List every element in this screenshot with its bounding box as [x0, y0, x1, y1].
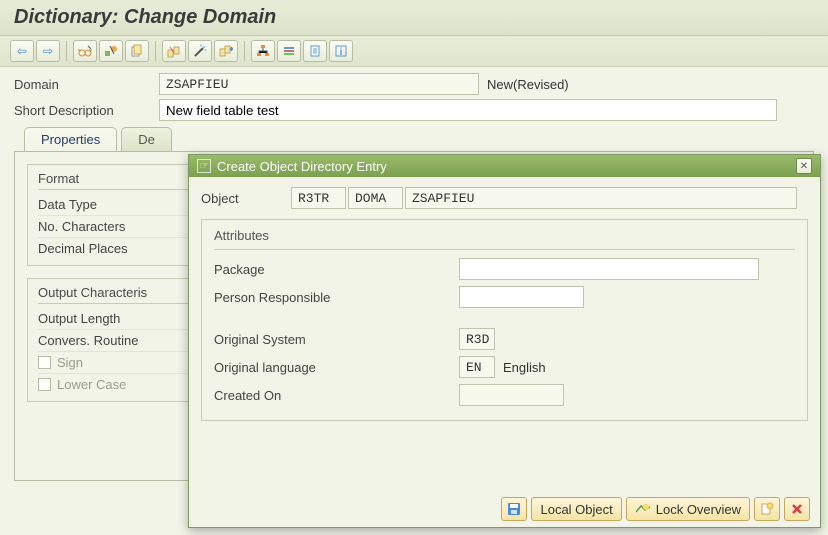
original-system-label: Original System	[214, 332, 459, 347]
cancel-icon	[789, 501, 805, 517]
create-object-directory-dialog: ☞ Create Object Directory Entry ✕ Object…	[188, 154, 821, 528]
created-on-field	[459, 384, 564, 406]
original-language-field: EN	[459, 356, 495, 378]
person-responsible-input[interactable]	[459, 286, 584, 308]
sign-checkbox[interactable]	[38, 356, 51, 369]
object-row: Object R3TR DOMA ZSAPFIEU	[201, 187, 808, 209]
package-label: Package	[214, 262, 459, 277]
tab-definition[interactable]: De	[121, 127, 172, 151]
lock-icon	[635, 501, 651, 517]
output-title: Output Characteris	[38, 285, 196, 304]
append-icon	[282, 44, 296, 58]
separator	[66, 41, 67, 61]
lowercase-checkbox[interactable]	[38, 378, 51, 391]
append-button[interactable]	[277, 40, 301, 62]
lock-overview-label: Lock Overview	[656, 502, 741, 517]
object-pgmid-field: R3TR	[291, 187, 346, 209]
attributes-group: Attributes Package Person Responsible Or…	[201, 219, 808, 421]
person-responsible-label: Person Responsible	[214, 290, 459, 305]
short-desc-label: Short Description	[14, 103, 159, 118]
popup-footer: Local Object Lock Overview	[189, 491, 820, 527]
info-icon: i	[334, 44, 348, 58]
popup-title-icon: ☞	[197, 159, 211, 173]
popup-titlebar: ☞ Create Object Directory Entry ✕	[189, 155, 820, 177]
shapes-icon	[104, 44, 118, 58]
popup-body: Object R3TR DOMA ZSAPFIEU Attributes Pac…	[189, 177, 820, 491]
documentation-button[interactable]	[303, 40, 327, 62]
doc-icon	[308, 44, 322, 58]
new-icon	[759, 501, 775, 517]
cancel-button[interactable]	[784, 497, 810, 521]
popup-title-text: Create Object Directory Entry	[217, 159, 790, 174]
object-label: Object	[201, 191, 291, 206]
back-button[interactable]: ⇦	[10, 40, 34, 62]
local-object-label: Local Object	[540, 502, 612, 517]
check-button[interactable]	[162, 40, 186, 62]
other-object-button[interactable]	[99, 40, 123, 62]
attributes-title: Attributes	[214, 228, 795, 250]
object-name-field: ZSAPFIEU	[405, 187, 797, 209]
activate-button[interactable]	[188, 40, 212, 62]
save-button[interactable]	[501, 497, 527, 521]
output-group: Output Characteris Output Length Convers…	[27, 278, 207, 402]
glasses-icon	[78, 44, 92, 58]
svg-text:i: i	[340, 47, 343, 58]
header-form: Domain ZSAPFIEU New(Revised) Short Descr…	[0, 67, 828, 121]
arrow-right-icon: ⇨	[43, 44, 53, 58]
object-type-field: DOMA	[348, 187, 403, 209]
local-object-button[interactable]: Local Object	[531, 497, 621, 521]
tabstrip: Properties De	[0, 127, 828, 151]
sign-row: Sign	[38, 352, 196, 374]
popup-close-button[interactable]: ✕	[796, 158, 812, 174]
forward-button[interactable]: ⇨	[36, 40, 60, 62]
arrow-left-icon: ⇦	[17, 44, 27, 58]
check-icon	[167, 44, 181, 58]
where-used-button[interactable]	[214, 40, 238, 62]
main-toolbar: ⇦ ⇨ i	[0, 36, 828, 67]
created-on-label: Created On	[214, 388, 459, 403]
output-length-row: Output Length	[38, 308, 196, 330]
copy-icon	[130, 44, 144, 58]
original-system-field: R3D	[459, 328, 495, 350]
original-language-text: English	[503, 360, 546, 375]
domain-field: ZSAPFIEU	[159, 73, 479, 95]
tab-properties[interactable]: Properties	[24, 127, 117, 151]
hierarchy-icon	[256, 44, 270, 58]
hierarchy-button[interactable]	[251, 40, 275, 62]
original-language-label: Original language	[214, 360, 459, 375]
save-icon	[506, 501, 522, 517]
short-desc-input[interactable]	[159, 99, 777, 121]
info-button[interactable]: i	[329, 40, 353, 62]
display-change-button[interactable]	[73, 40, 97, 62]
package-input[interactable]	[459, 258, 759, 280]
convers-routine-row: Convers. Routine	[38, 330, 196, 352]
copy-button[interactable]	[125, 40, 149, 62]
separator	[155, 41, 156, 61]
sign-label: Sign	[57, 355, 83, 370]
where-used-icon	[219, 44, 233, 58]
domain-status: New(Revised)	[487, 77, 569, 92]
lock-overview-button[interactable]: Lock Overview	[626, 497, 750, 521]
page-title: Dictionary: Change Domain	[0, 0, 828, 36]
close-icon: ✕	[800, 161, 808, 172]
domain-label: Domain	[14, 77, 159, 92]
wand-icon	[193, 44, 207, 58]
lowercase-label: Lower Case	[57, 377, 126, 392]
new-button[interactable]	[754, 497, 780, 521]
lowercase-row: Lower Case	[38, 374, 196, 395]
separator	[244, 41, 245, 61]
